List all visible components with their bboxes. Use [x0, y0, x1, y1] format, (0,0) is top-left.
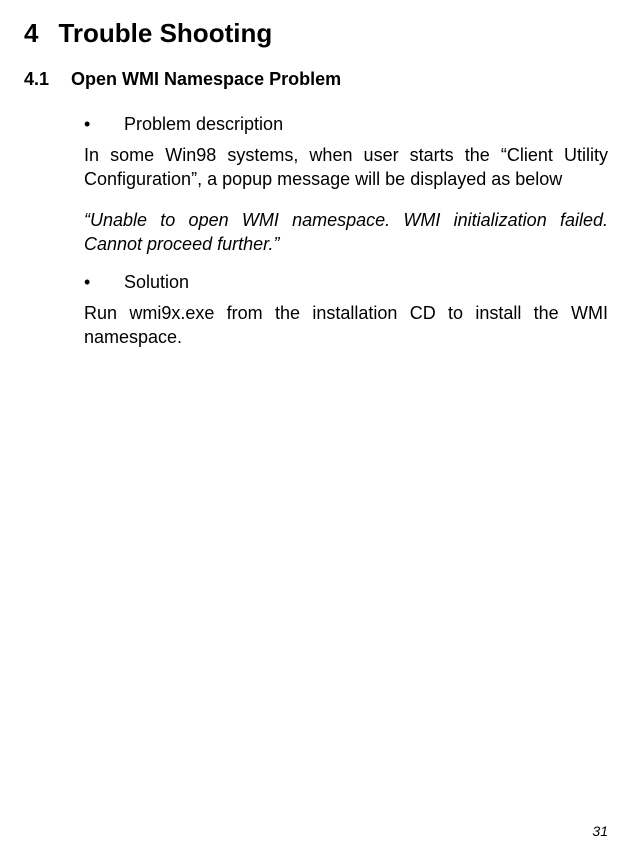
section-title: Open WMI Namespace Problem [71, 69, 341, 89]
bullet-item-problem: • Problem description [84, 114, 608, 135]
chapter-title: Trouble Shooting [58, 18, 272, 48]
chapter-number: 4 [24, 18, 38, 49]
content-block: • Problem description In some Win98 syst… [24, 114, 608, 350]
bullet-label-solution: Solution [124, 272, 189, 293]
bullet-label-problem: Problem description [124, 114, 283, 135]
bullet-icon: • [84, 272, 124, 293]
bullet-item-solution: • Solution [84, 272, 608, 293]
page-number: 31 [592, 823, 608, 839]
section-heading: 4.1 Open WMI Namespace Problem [24, 69, 608, 90]
section-number: 4.1 [24, 69, 49, 90]
paragraph-error-message: “Unable to open WMI namespace. WMI initi… [84, 208, 608, 257]
paragraph-problem-description: In some Win98 systems, when user starts … [84, 143, 608, 192]
chapter-heading: 4 Trouble Shooting [24, 18, 608, 49]
paragraph-solution-description: Run wmi9x.exe from the installation CD t… [84, 301, 608, 350]
bullet-icon: • [84, 114, 124, 135]
